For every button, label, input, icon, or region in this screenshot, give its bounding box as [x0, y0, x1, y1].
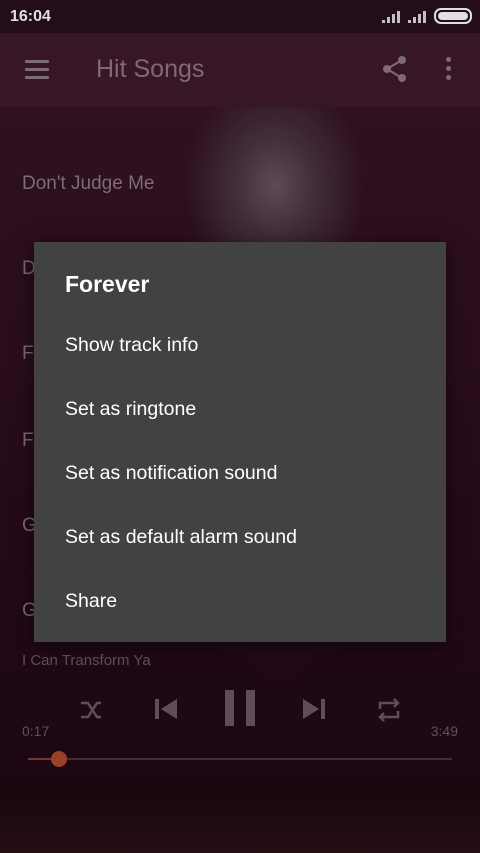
set-notification-sound-option[interactable]: Set as notification sound — [65, 462, 277, 485]
show-track-info-option[interactable]: Show track info — [65, 334, 198, 357]
dialog-title: Forever — [65, 271, 150, 297]
set-alarm-sound-option[interactable]: Set as default alarm sound — [65, 526, 297, 549]
share-option[interactable]: Share — [65, 590, 117, 613]
set-ringtone-option[interactable]: Set as ringtone — [65, 398, 196, 421]
song-options-dialog: Forever Show track info Set as ringtone … — [34, 242, 446, 642]
